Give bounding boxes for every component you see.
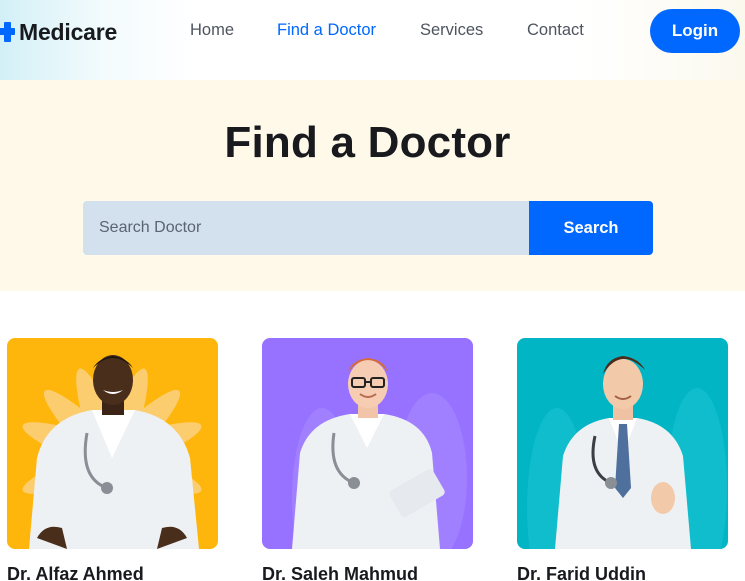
doctor-photo[interactable] [517,338,728,549]
doctor-name[interactable]: Dr. Farid Uddin [517,564,646,581]
doctor-name[interactable]: Dr. Alfaz Ahmed [7,564,144,581]
hero-section: Find a Doctor Search [0,80,745,291]
brand-logo[interactable]: Medicare [0,17,117,47]
doctor-name[interactable]: Dr. Saleh Mahmud [262,564,418,581]
search-doctor-input[interactable] [83,201,529,255]
nav-item-find-a-doctor[interactable]: Find a Doctor [277,21,376,40]
nav-item-contact[interactable]: Contact [527,21,584,40]
doctor-card[interactable]: Dr. Alfaz Ahmed [7,338,218,581]
search-button[interactable]: Search [529,201,653,255]
brand-name: Medicare [19,18,118,45]
page-title: Find a Doctor [224,118,511,167]
nav-item-services[interactable]: Services [420,21,483,40]
medical-cross-icon [0,22,16,42]
login-button[interactable]: Login [650,9,740,53]
site-header: Medicare Home Find a Doctor Services Con… [0,0,745,80]
nav-item-home[interactable]: Home [190,21,234,40]
doctor-card[interactable]: Dr. Farid Uddin [517,338,728,581]
doctor-photo[interactable] [7,338,218,549]
doctor-photo[interactable] [262,338,473,549]
doctor-card[interactable]: Dr. Saleh Mahmud [262,338,473,581]
